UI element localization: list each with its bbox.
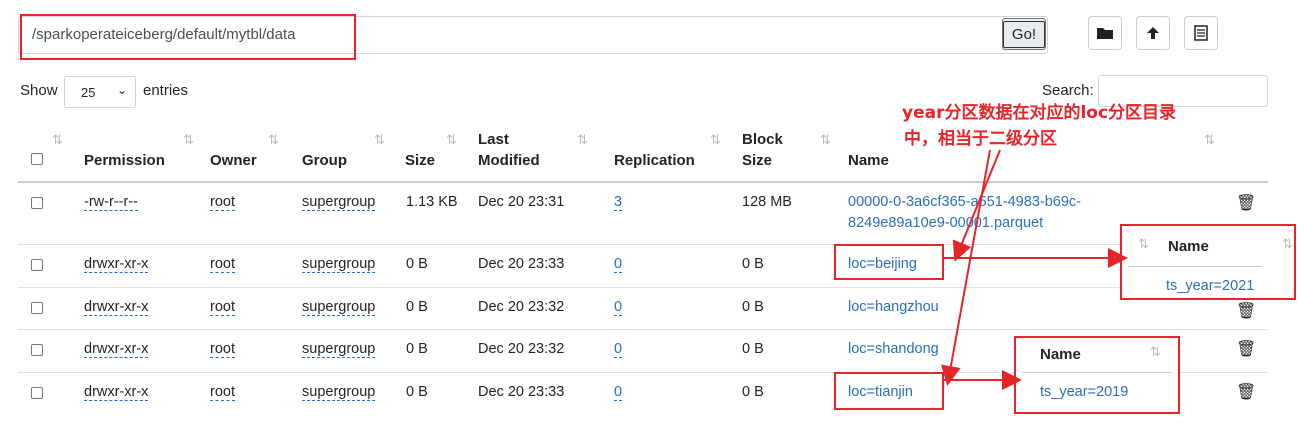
arrow-to-tianjin: [941, 149, 991, 386]
annotation-arrows: [941, 149, 1128, 390]
arrow-to-beijing: [952, 149, 1001, 262]
